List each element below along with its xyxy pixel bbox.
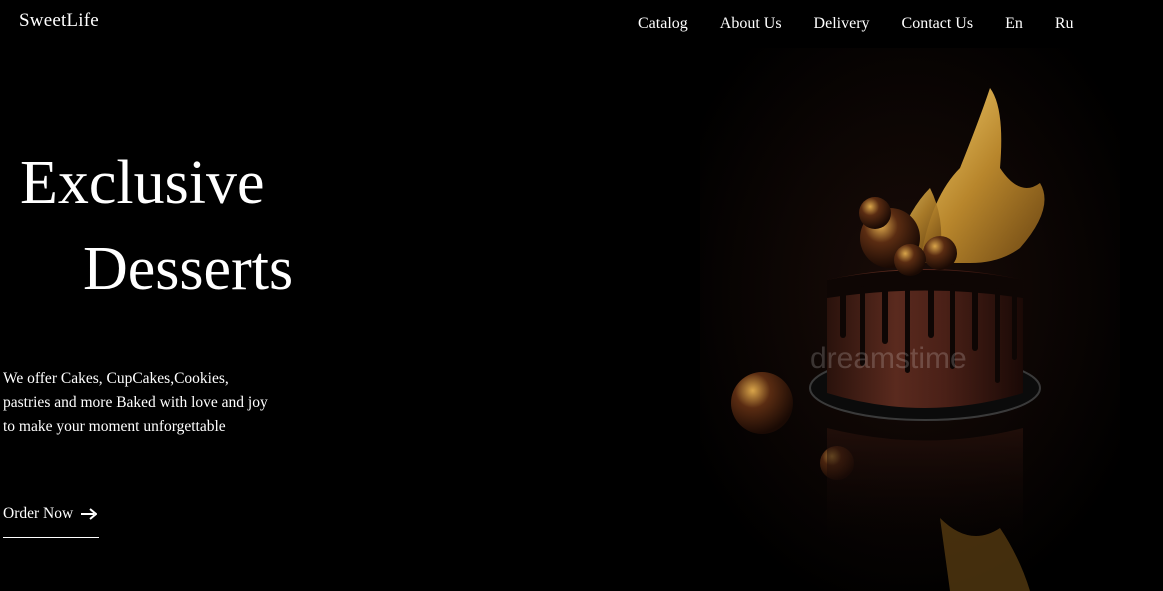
chocolate-cake-image: dreamstime	[700, 48, 1120, 591]
page: SweetLife Catalog About Us Delivery Cont…	[0, 0, 1163, 591]
site-logo[interactable]: SweetLife	[19, 10, 99, 32]
nav-delivery[interactable]: Delivery	[814, 15, 870, 33]
watermark-text: dreamstime	[810, 342, 967, 375]
lang-ru[interactable]: Ru	[1055, 15, 1074, 33]
order-now-button[interactable]: Order Now	[3, 505, 99, 538]
chocolate-ball-top	[859, 197, 891, 229]
hero-title-line2: Desserts	[83, 235, 294, 303]
hero-description: We offer Cakes, CupCakes,Cookies, pastri…	[3, 370, 268, 435]
chocolate-ball-loose	[731, 372, 793, 434]
chocolate-ball-small	[894, 244, 926, 276]
arrow-right-icon	[81, 508, 98, 520]
hero-title: Exclusive Desserts	[20, 152, 293, 300]
lang-en[interactable]: En	[1005, 15, 1023, 33]
order-now-label: Order Now	[3, 505, 74, 522]
chocolate-ball-medium	[923, 236, 957, 270]
hero-title-line1: Exclusive	[20, 149, 265, 217]
nav-catalog[interactable]: Catalog	[638, 15, 688, 33]
nav-about-us[interactable]: About Us	[720, 15, 782, 33]
main-nav: Catalog About Us Delivery Contact Us En …	[638, 15, 1106, 33]
nav-contact-us[interactable]: Contact Us	[902, 15, 974, 33]
